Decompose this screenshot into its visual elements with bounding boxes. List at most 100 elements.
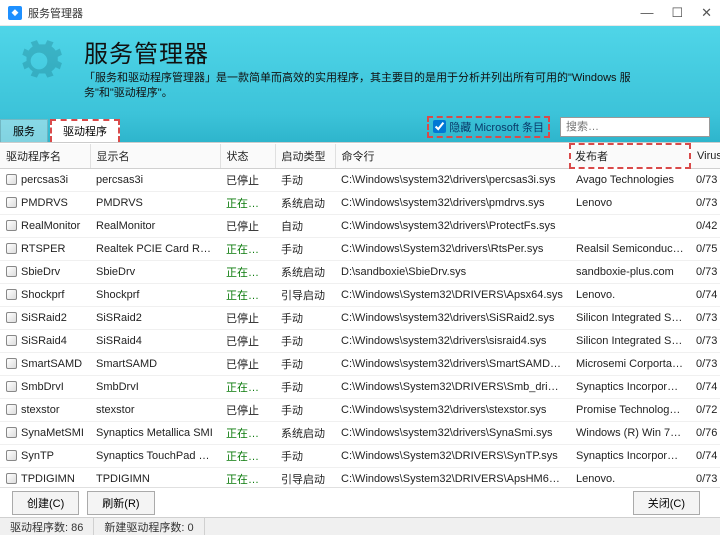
driver-icon [6,220,17,231]
driver-icon [6,197,17,208]
cell-status: 已停止 [220,352,275,375]
drivers-table: 驱动程序名 显示名 状态 启动类型 命令行 发布者 VirusTotal per… [0,143,720,532]
cell-status: 正在运行 [220,237,275,260]
cell-display: percsas3i [90,168,220,191]
cell-name: RTSPER [0,237,90,260]
table-row[interactable]: SynaMetSMISynaptics Metallica SMI正在运行系统启… [0,421,720,444]
table-row[interactable]: SmbDrvISmbDrvI正在运行手动C:\Windows\System32\… [0,375,720,398]
col-command[interactable]: 命令行 [335,144,570,169]
window-controls: — ☐ ✕ [640,5,712,21]
app-icon: ◆ [8,6,22,20]
cell-name: PMDRVS [0,191,90,214]
cell-virustotal: 0/74 [690,444,720,467]
col-display-name[interactable]: 显示名 [90,144,220,169]
cell-display: Synaptics Metallica SMI [90,421,220,444]
cell-publisher: sandboxie-plus.com [570,260,690,283]
maximize-button[interactable]: ☐ [671,5,683,21]
driver-icon [6,404,17,415]
cell-status: 正在运行 [220,421,275,444]
cell-publisher: Synaptics Incorporated [570,375,690,398]
table-row[interactable]: PMDRVSPMDRVS正在运行系统启动C:\Windows\system32\… [0,191,720,214]
cell-display: PMDRVS [90,191,220,214]
statusbar: 驱动程序数: 86 新建驱动程序数: 0 [0,517,720,535]
cell-virustotal: 0/75 [690,237,720,260]
cell-status: 已停止 [220,398,275,421]
driver-icon [6,427,17,438]
col-start-type[interactable]: 启动类型 [275,144,335,169]
minimize-button[interactable]: — [640,5,653,21]
cell-name: SbieDrv [0,260,90,283]
cell-start: 手动 [275,352,335,375]
cell-publisher: Avago Technologies [570,168,690,191]
window-title: 服务管理器 [28,5,83,21]
header: 服务管理器 「服务和驱动程序管理器」是一款简单而高效的实用程序，其主要目的是用于… [0,26,720,114]
cell-display: SbieDrv [90,260,220,283]
cell-publisher: Windows (R) Win 7 D… [570,421,690,444]
cell-cmd: C:\Windows\System32\DRIVERS\Apsx64.sys [335,283,570,306]
status-driver-count: 驱动程序数: 86 [0,518,94,535]
driver-icon [6,473,17,484]
cell-display: Realtek PCIE Card Reade… [90,237,220,260]
driver-icon [6,312,17,323]
cell-cmd: C:\Windows\system32\drivers\pmdrvs.sys [335,191,570,214]
table-row[interactable]: stexstorstexstor已停止手动C:\Windows\system32… [0,398,720,421]
cell-start: 自动 [275,214,335,237]
tab-drivers[interactable]: 驱动程序 [50,119,120,142]
close-button[interactable]: ✕ [701,5,712,21]
tab-services[interactable]: 服务 [0,119,48,142]
cell-cmd: C:\Windows\system32\drivers\percsas3i.sy… [335,168,570,191]
table-row[interactable]: SiSRaid2SiSRaid2已停止手动C:\Windows\system32… [0,306,720,329]
table-row[interactable]: SynTPSynaptics TouchPad HID …正在运行手动C:\Wi… [0,444,720,467]
cell-publisher: Silicon Integrated Sys… [570,329,690,352]
hide-microsoft-input[interactable] [433,120,446,133]
cell-status: 正在运行 [220,283,275,306]
cell-status: 正在运行 [220,260,275,283]
cell-publisher: Promise Technology, … [570,398,690,421]
table-row[interactable]: SbieDrvSbieDrv正在运行系统启动D:\sandboxie\SbieD… [0,260,720,283]
table-row[interactable]: SiSRaid4SiSRaid4已停止手动C:\Windows\system32… [0,329,720,352]
hide-microsoft-checkbox[interactable]: 隐藏 Microsoft 条目 [427,116,550,138]
cell-publisher [570,214,690,237]
cell-start: 手动 [275,398,335,421]
cell-start: 手动 [275,375,335,398]
footer-close-button[interactable]: 关闭(C) [633,491,700,515]
cell-publisher: Silicon Integrated Sys… [570,306,690,329]
cell-status: 已停止 [220,168,275,191]
driver-icon [6,381,17,392]
col-status[interactable]: 状态 [220,144,275,169]
cell-start: 系统启动 [275,260,335,283]
cell-publisher: Realsil Semiconductor… [570,237,690,260]
table-row[interactable]: ShockprfShockprf正在运行引导启动C:\Windows\Syste… [0,283,720,306]
cell-status: 已停止 [220,214,275,237]
cell-publisher: Lenovo [570,191,690,214]
cell-virustotal: 0/73 [690,306,720,329]
cell-start: 系统启动 [275,191,335,214]
cell-virustotal: 0/73 [690,168,720,191]
cell-display: RealMonitor [90,214,220,237]
table-row[interactable]: RealMonitorRealMonitor已停止自动C:\Windows\sy… [0,214,720,237]
table-row[interactable]: percsas3ipercsas3i已停止手动C:\Windows\system… [0,168,720,191]
create-button[interactable]: 创建(C) [12,491,79,515]
cell-status: 正在运行 [220,375,275,398]
cell-start: 手动 [275,306,335,329]
search-input[interactable] [560,117,710,137]
cell-virustotal: 0/76 [690,421,720,444]
cell-name: Shockprf [0,283,90,306]
gear-icon [14,36,64,86]
driver-icon [6,289,17,300]
cell-status: 已停止 [220,306,275,329]
tabs: 服务 驱动程序 [0,119,122,142]
cell-display: Synaptics TouchPad HID … [90,444,220,467]
refresh-button[interactable]: 刷新(R) [87,491,154,515]
table-container[interactable]: 驱动程序名 显示名 状态 启动类型 命令行 发布者 VirusTotal per… [0,142,720,532]
table-row[interactable]: RTSPERRealtek PCIE Card Reade…正在运行手动C:\W… [0,237,720,260]
table-row[interactable]: SmartSAMDSmartSAMD已停止手动C:\Windows\system… [0,352,720,375]
driver-icon [6,243,17,254]
cell-cmd: C:\Windows\system32\drivers\stexstor.sys [335,398,570,421]
driver-icon [6,358,17,369]
col-publisher[interactable]: 发布者 [570,144,690,169]
cell-publisher: Lenovo. [570,283,690,306]
toolbar: 服务 驱动程序 隐藏 Microsoft 条目 [0,114,720,142]
col-virustotal[interactable]: VirusTotal [690,144,720,169]
col-driver-name[interactable]: 驱动程序名 [0,144,90,169]
